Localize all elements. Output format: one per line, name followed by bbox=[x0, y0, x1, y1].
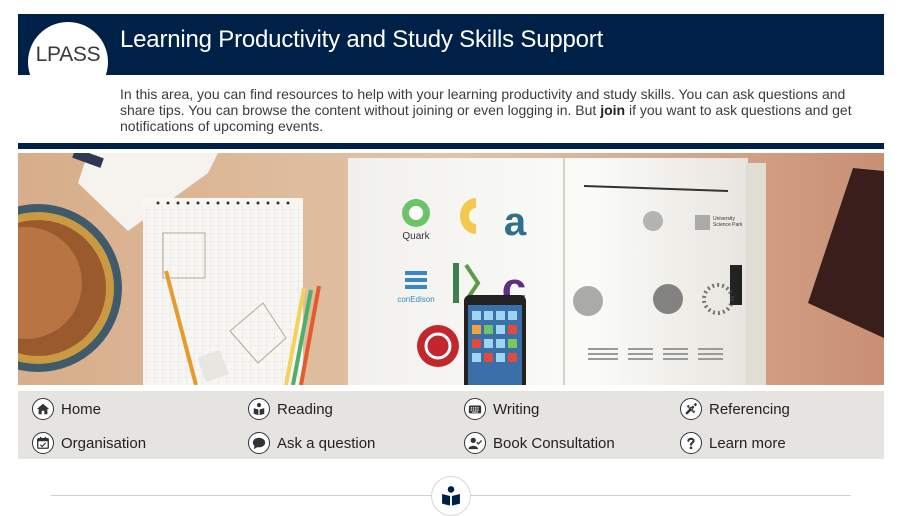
nav-item-home[interactable]: Home bbox=[32, 396, 101, 422]
nav-item-learn-more[interactable]: Learn more bbox=[680, 430, 786, 456]
intro-description: In this area, you can find resources to … bbox=[120, 86, 860, 134]
nav-label: Writing bbox=[493, 400, 540, 418]
lpass-logo[interactable]: LPASS bbox=[28, 22, 108, 75]
calendar-check-icon bbox=[32, 432, 54, 454]
hero-image: Quark a conEdison c University Science P… bbox=[18, 153, 884, 385]
nav-item-writing[interactable]: Writing bbox=[464, 396, 539, 422]
nav-label: Ask a question bbox=[277, 434, 376, 452]
question-icon bbox=[680, 432, 702, 454]
divider-reader-badge bbox=[431, 476, 471, 516]
nav-label: Home bbox=[61, 400, 102, 418]
join-link[interactable]: join bbox=[600, 102, 625, 118]
nav-item-reading[interactable]: Reading bbox=[248, 396, 333, 422]
keyboard-icon bbox=[464, 398, 486, 420]
nav-label: Book Consultation bbox=[493, 434, 615, 452]
reader-icon bbox=[248, 398, 270, 420]
nav-item-organisation[interactable]: Organisation bbox=[32, 430, 146, 456]
user-check-icon bbox=[464, 432, 486, 454]
speech-bubble-icon bbox=[248, 432, 270, 454]
nav-label: Referencing bbox=[709, 400, 790, 418]
svg-text:a: a bbox=[504, 200, 527, 244]
nav-label: Reading bbox=[277, 400, 333, 418]
nav-item-book-consultation[interactable]: Book Consultation bbox=[464, 430, 615, 456]
page-header: LPASS Learning Productivity and Study Sk… bbox=[18, 14, 884, 75]
home-icon bbox=[32, 398, 54, 420]
section-nav: Home Reading Writing Referencing Organis… bbox=[18, 391, 884, 459]
hero-illustration: Quark a conEdison c University Science P… bbox=[18, 153, 884, 385]
svg-text:Quark: Quark bbox=[402, 231, 430, 242]
nav-label: Organisation bbox=[61, 434, 147, 452]
header-rule bbox=[18, 143, 884, 149]
svg-text:conEdison: conEdison bbox=[397, 295, 434, 304]
svg-text:Science Park: Science Park bbox=[713, 222, 743, 228]
reader-icon bbox=[442, 486, 460, 506]
page-title: Learning Productivity and Study Skills S… bbox=[120, 26, 604, 53]
logo-text: LPASS bbox=[35, 43, 101, 66]
pencil-ruler-icon bbox=[680, 398, 702, 420]
nav-item-referencing[interactable]: Referencing bbox=[680, 396, 790, 422]
nav-label: Learn more bbox=[709, 434, 786, 452]
nav-item-ask-question[interactable]: Ask a question bbox=[248, 430, 375, 456]
